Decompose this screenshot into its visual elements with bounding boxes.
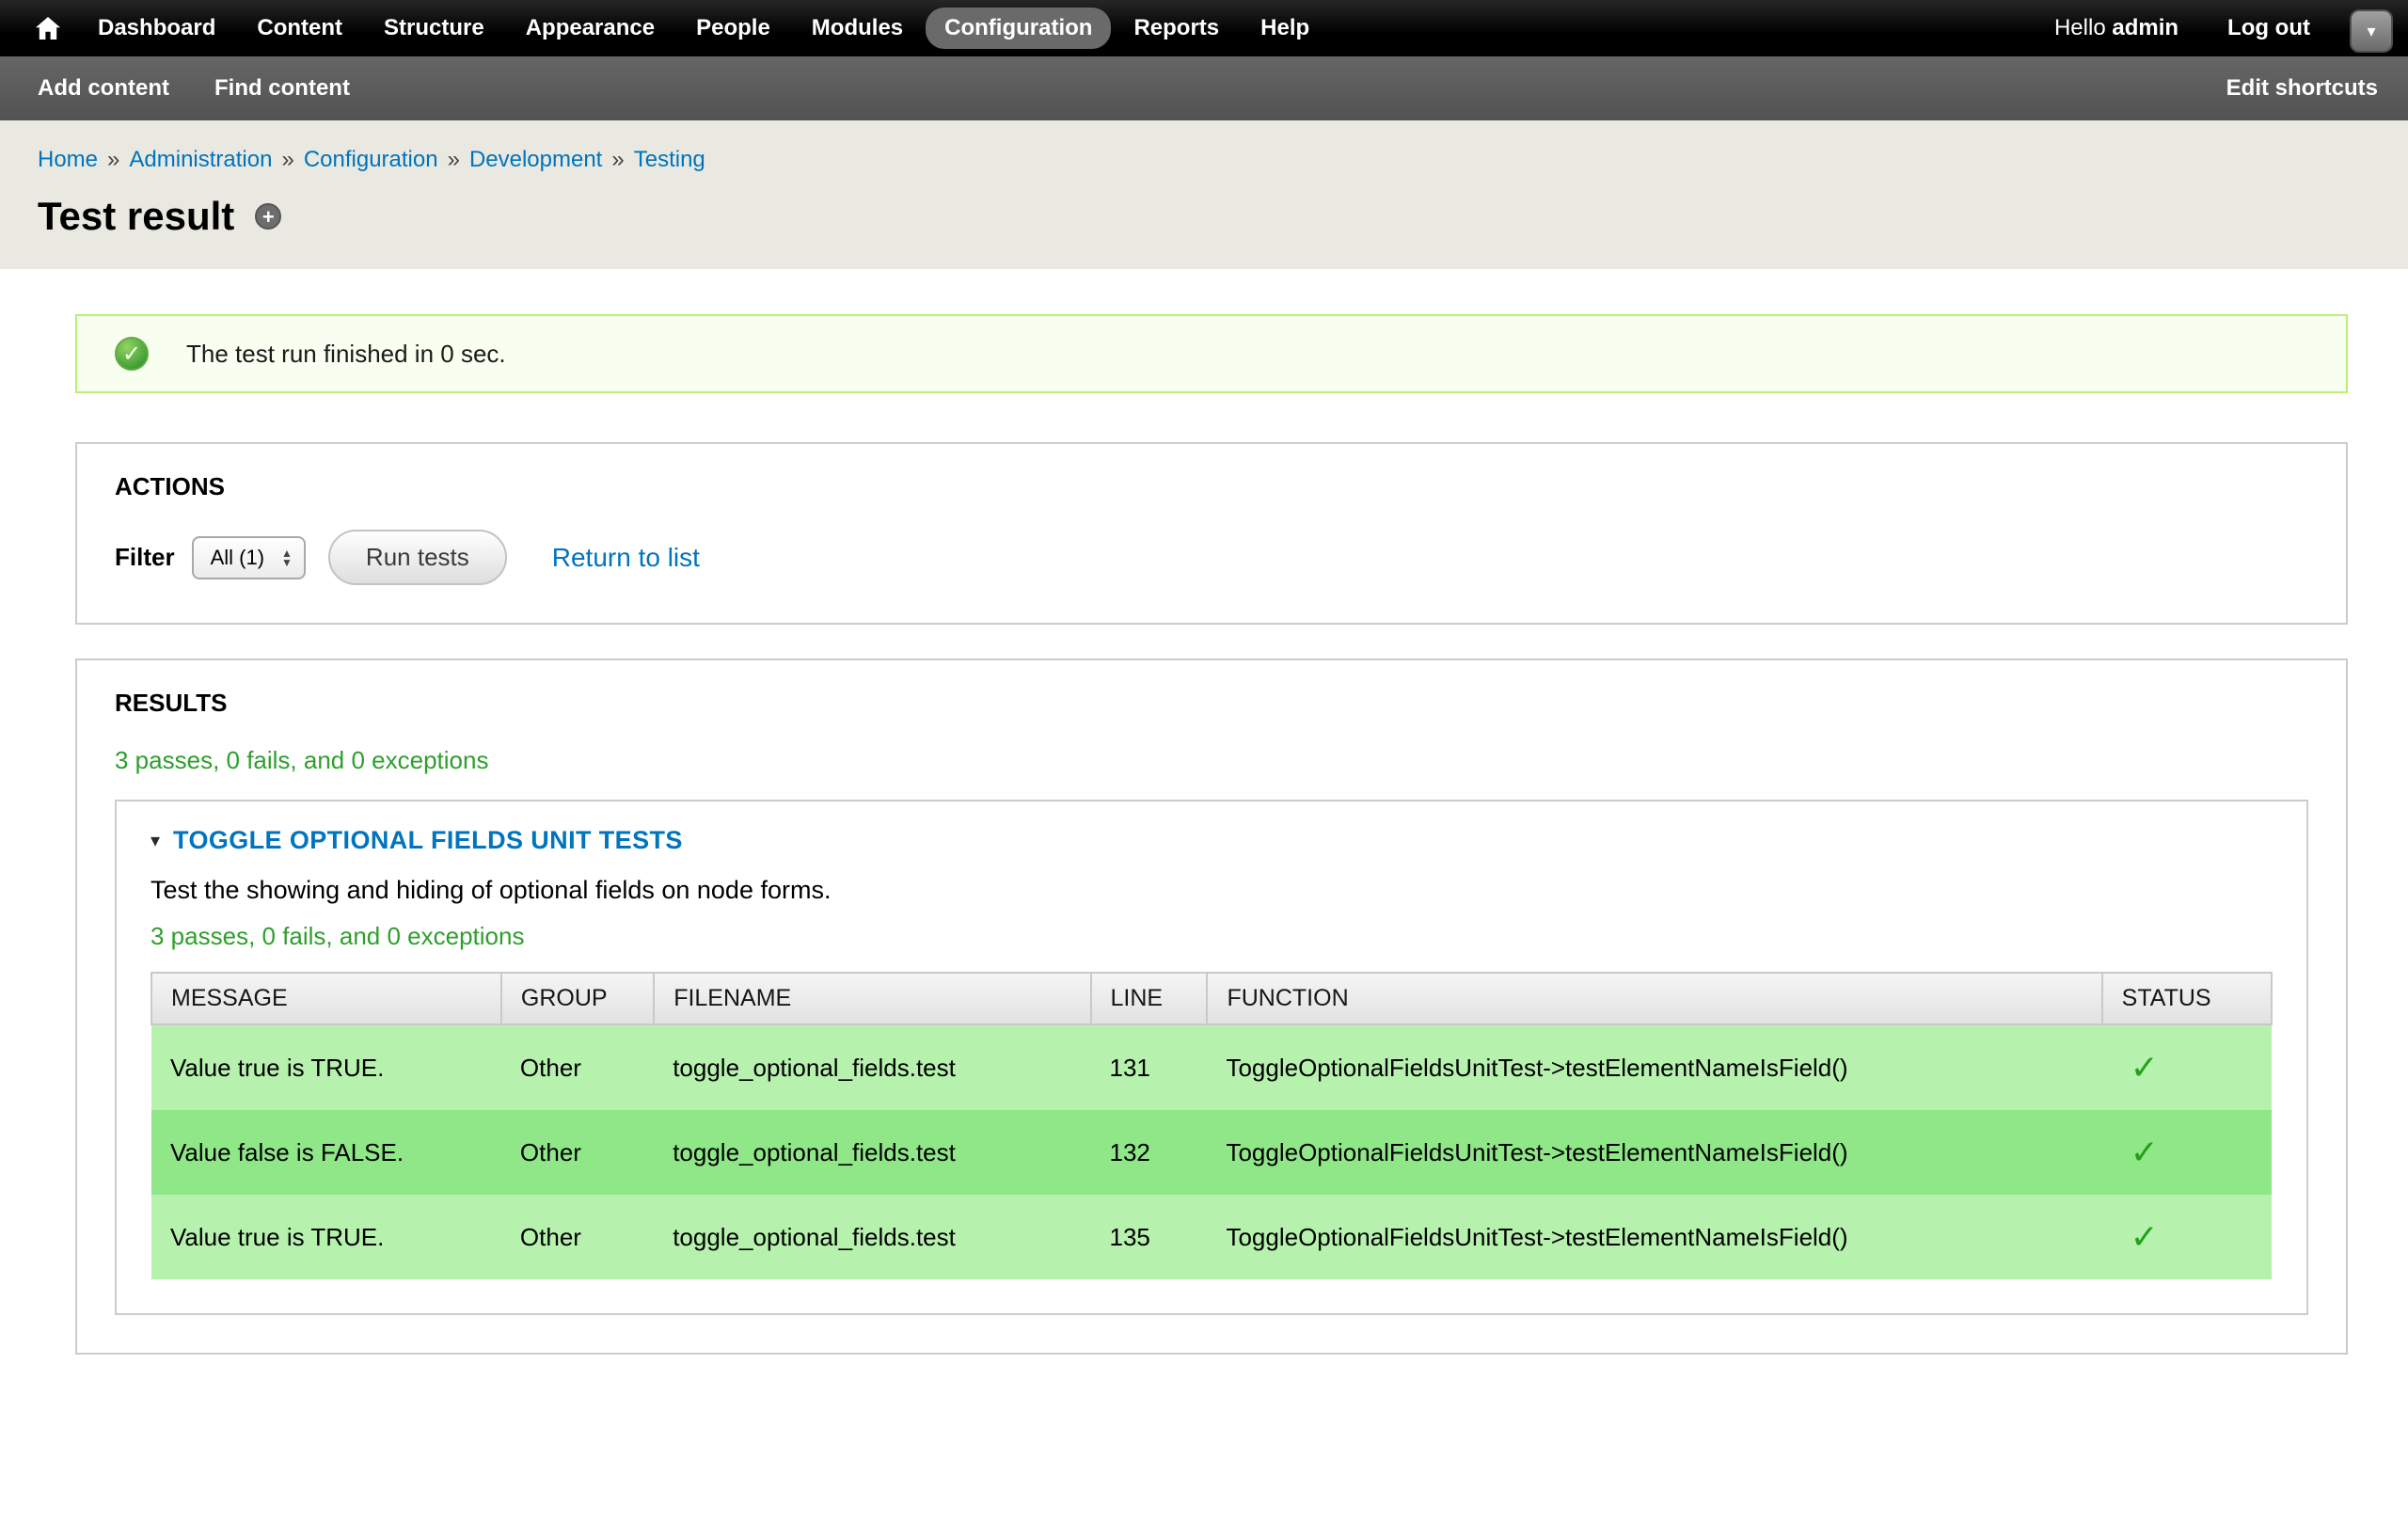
- breadcrumb-separator: »: [611, 147, 624, 172]
- shortcuts-bar: Add content Find content Edit shortcuts: [0, 56, 2408, 120]
- home-icon[interactable]: [19, 9, 77, 47]
- menu-item-structure[interactable]: Structure: [365, 8, 503, 49]
- table-row: Value true is TRUE. Other toggle_optiona…: [151, 1195, 2272, 1279]
- test-group-description: Test the showing and hiding of optional …: [150, 876, 2273, 905]
- cell-function: ToggleOptionalFieldsUnitTest->testElemen…: [1207, 1024, 2101, 1110]
- cell-group: Other: [501, 1195, 654, 1279]
- breadcrumb-separator: »: [448, 147, 460, 172]
- filter-select[interactable]: All (1) ▲ ▼: [192, 536, 306, 579]
- cell-status: ✓: [2102, 1110, 2272, 1195]
- shortcut-find-content[interactable]: Find content: [214, 75, 350, 102]
- home-icon-glyph: [36, 17, 60, 40]
- actions-fieldset: ACTIONS Filter All (1) ▲ ▼ Run tests Ret…: [75, 442, 2348, 625]
- column-header-filename: FILENAME: [654, 973, 1090, 1024]
- cell-filename: toggle_optional_fields.test: [654, 1195, 1090, 1279]
- column-header-status: STATUS: [2102, 973, 2272, 1024]
- cell-group: Other: [501, 1110, 654, 1195]
- toolbar-toggle-button[interactable]: ▾: [2350, 9, 2393, 53]
- chevron-down-icon: ▾: [2367, 22, 2375, 41]
- user-greeting: Hello admin: [2054, 15, 2178, 41]
- run-tests-button[interactable]: Run tests: [328, 530, 507, 585]
- toolbar-user-area: Hello admin Log out: [2054, 15, 2310, 41]
- return-to-list-link[interactable]: Return to list: [552, 543, 700, 573]
- collapse-arrow-icon: ▾: [150, 829, 160, 852]
- add-shortcut-icon[interactable]: +: [255, 203, 281, 230]
- test-group-fieldset: ▾ TOGGLE OPTIONAL FIELDS UNIT TESTS Test…: [115, 800, 2308, 1315]
- status-message: ✓ The test run finished in 0 sec.: [75, 314, 2348, 393]
- main-content: ✓ The test run finished in 0 sec. ACTION…: [0, 269, 2408, 1539]
- cell-function: ToggleOptionalFieldsUnitTest->testElemen…: [1207, 1110, 2101, 1195]
- column-header-message: MESSAGE: [151, 973, 501, 1024]
- edit-shortcuts-link[interactable]: Edit shortcuts: [2226, 75, 2378, 102]
- breadcrumb-administration[interactable]: Administration: [129, 147, 272, 172]
- menu-item-content[interactable]: Content: [238, 8, 361, 49]
- breadcrumb-configuration[interactable]: Configuration: [304, 147, 438, 172]
- page-header: Home » Administration » Configuration » Develo…: [0, 120, 2408, 269]
- results-legend: RESULTS: [115, 689, 2308, 718]
- check-icon: ✓: [2121, 1133, 2159, 1172]
- cell-filename: toggle_optional_fields.test: [654, 1110, 1090, 1195]
- breadcrumb-home[interactable]: Home: [38, 147, 98, 172]
- menu-item-people[interactable]: People: [677, 8, 789, 49]
- filter-label: Filter: [115, 543, 175, 572]
- status-message-text: The test run finished in 0 sec.: [186, 340, 506, 369]
- check-icon: ✓: [2121, 1048, 2159, 1087]
- actions-legend: ACTIONS: [115, 472, 2308, 501]
- results-summary: 3 passes, 0 fails, and 0 exceptions: [115, 746, 2308, 775]
- success-check-icon: ✓: [115, 337, 149, 371]
- menu-item-help[interactable]: Help: [1242, 8, 1328, 49]
- cell-group: Other: [501, 1024, 654, 1110]
- admin-menu: Dashboard Content Structure Appearance P…: [77, 8, 1330, 49]
- cell-line: 132: [1091, 1110, 1208, 1195]
- cell-filename: toggle_optional_fields.test: [654, 1024, 1090, 1110]
- column-header-line: LINE: [1091, 973, 1208, 1024]
- filter-select-value: All (1): [211, 546, 264, 570]
- table-header-row: MESSAGE GROUP FILENAME LINE FUNCTION STA…: [151, 973, 2272, 1024]
- shortcut-add-content[interactable]: Add content: [38, 75, 169, 102]
- column-header-function: FUNCTION: [1207, 973, 2101, 1024]
- select-arrows-icon: ▲ ▼: [281, 548, 293, 567]
- check-icon: ✓: [2121, 1217, 2159, 1257]
- cell-status: ✓: [2102, 1024, 2272, 1110]
- breadcrumb-separator: »: [281, 147, 293, 172]
- cell-message: Value true is TRUE.: [151, 1195, 501, 1279]
- greeting-text: Hello: [2054, 15, 2106, 40]
- cell-function: ToggleOptionalFieldsUnitTest->testElemen…: [1207, 1195, 2101, 1279]
- results-fieldset: RESULTS 3 passes, 0 fails, and 0 excepti…: [75, 658, 2348, 1355]
- breadcrumb: Home » Administration » Configuration » Develo…: [38, 147, 2370, 173]
- menu-item-dashboard[interactable]: Dashboard: [79, 8, 234, 49]
- page-title: Test result: [38, 194, 234, 239]
- test-results-table: MESSAGE GROUP FILENAME LINE FUNCTION STA…: [150, 972, 2273, 1279]
- table-row: Value false is FALSE. Other toggle_optio…: [151, 1110, 2272, 1195]
- cell-line: 135: [1091, 1195, 1208, 1279]
- cell-status: ✓: [2102, 1195, 2272, 1279]
- cell-message: Value false is FALSE.: [151, 1110, 501, 1195]
- menu-item-appearance[interactable]: Appearance: [507, 8, 673, 49]
- test-group-summary: 3 passes, 0 fails, and 0 exceptions: [150, 922, 2273, 951]
- breadcrumb-testing[interactable]: Testing: [634, 147, 705, 172]
- page: Dashboard Content Structure Appearance P…: [0, 0, 2408, 1539]
- table-row: Value true is TRUE. Other toggle_optiona…: [151, 1024, 2272, 1110]
- logout-link[interactable]: Log out: [2227, 15, 2310, 41]
- test-group-legend[interactable]: ▾ TOGGLE OPTIONAL FIELDS UNIT TESTS: [150, 826, 2273, 855]
- test-group-title: TOGGLE OPTIONAL FIELDS UNIT TESTS: [173, 826, 683, 855]
- cell-line: 131: [1091, 1024, 1208, 1110]
- menu-item-modules[interactable]: Modules: [793, 8, 922, 49]
- column-header-group: GROUP: [501, 973, 654, 1024]
- menu-item-reports[interactable]: Reports: [1115, 8, 1238, 49]
- breadcrumb-development[interactable]: Development: [469, 147, 602, 172]
- admin-toolbar: Dashboard Content Structure Appearance P…: [0, 0, 2408, 56]
- menu-item-configuration[interactable]: Configuration: [926, 8, 1111, 49]
- cell-message: Value true is TRUE.: [151, 1024, 501, 1110]
- username-link[interactable]: admin: [2112, 15, 2178, 40]
- breadcrumb-separator: »: [107, 147, 119, 172]
